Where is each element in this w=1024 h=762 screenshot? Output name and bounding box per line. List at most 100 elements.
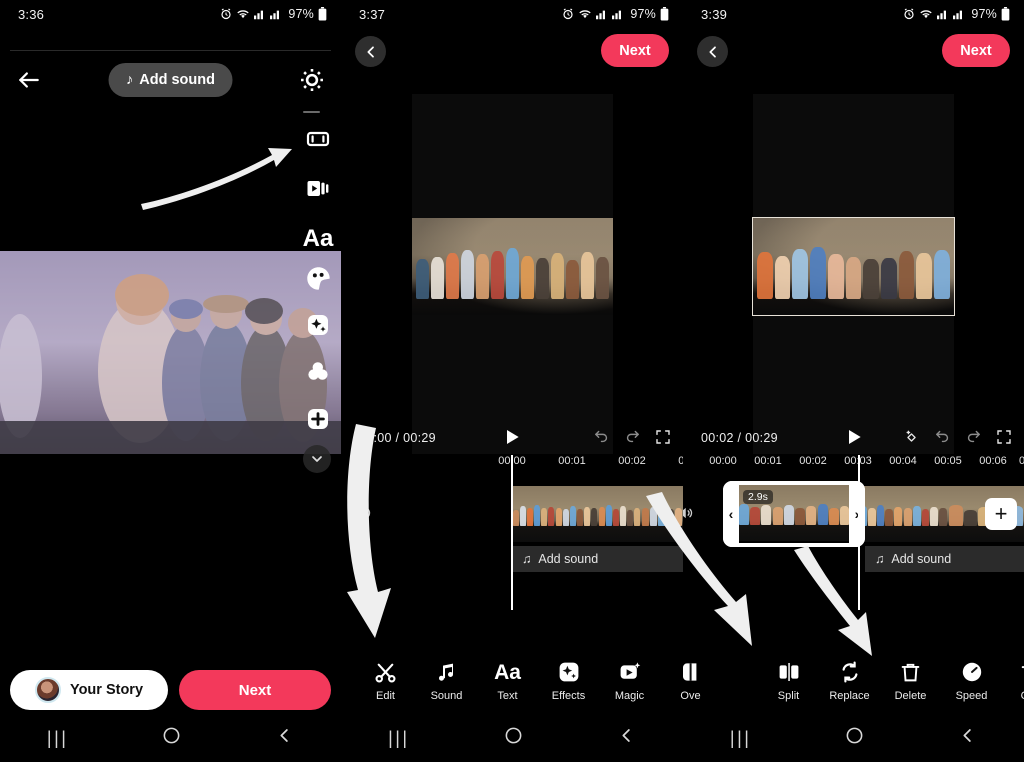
clip-thumbnail[interactable] <box>598 486 641 542</box>
ruler-tick: 00:00 <box>709 455 737 467</box>
panel2-video-preview[interactable] <box>411 94 613 454</box>
play-icon[interactable] <box>502 427 522 450</box>
next-button[interactable]: Next <box>942 34 1010 67</box>
clip-thumbnail[interactable] <box>512 486 555 542</box>
video-still <box>753 218 954 315</box>
selected-clip[interactable]: ‹ › 2.9s <box>723 481 865 547</box>
recents-icon[interactable]: ||| <box>47 728 69 749</box>
gear-icon[interactable] <box>298 66 326 94</box>
trim-handle-right[interactable]: › <box>849 481 865 547</box>
tool-effects[interactable]: Effects <box>538 659 599 703</box>
trim-handle-left[interactable]: ‹ <box>723 481 739 547</box>
tool-label: Sound <box>430 690 463 703</box>
tool-overlay[interactable]: Ove <box>660 659 721 703</box>
battery-percent: 97% <box>288 7 314 21</box>
tool-replace[interactable]: Replace <box>819 659 880 703</box>
tool-split[interactable]: Split <box>758 659 819 703</box>
panel3-topbar: Next <box>683 28 1024 74</box>
alarm-icon <box>220 8 232 20</box>
panel3-playback-actions <box>903 428 1012 448</box>
text-aa-label: Aa <box>302 225 334 252</box>
clip-thumbnail[interactable] <box>555 486 598 542</box>
aspect-ratio-icon[interactable] <box>303 124 333 154</box>
status-time: 3:39 <box>701 6 728 22</box>
clip-track[interactable] <box>512 486 683 542</box>
your-story-button[interactable]: Your Story <box>10 670 168 710</box>
video-frame-selected[interactable] <box>752 217 955 316</box>
fullscreen-icon[interactable] <box>655 429 671 448</box>
tool-label: Delete <box>894 690 927 703</box>
panel1-topbar: ♪ Add sound <box>0 51 341 109</box>
filters-icon[interactable] <box>303 357 333 387</box>
playhead[interactable] <box>858 455 860 610</box>
tool-text[interactable]: Aa Text <box>477 659 538 703</box>
tool-magic[interactable]: Magic <box>599 659 660 703</box>
status-icons: 97% <box>562 7 669 21</box>
undo-icon[interactable] <box>934 428 951 448</box>
chevron-down-icon[interactable] <box>303 445 331 473</box>
music-note-icon: ♫ <box>522 552 532 566</box>
clip-thumbnail[interactable] <box>641 486 683 542</box>
undo-icon[interactable] <box>593 428 610 448</box>
back-arrow-icon[interactable] <box>16 67 42 93</box>
add-sound-track[interactable]: ♫ Add sound <box>865 546 1024 572</box>
android-navbar-panel3: ||| <box>683 714 1024 762</box>
tool-label: Edit <box>376 690 395 703</box>
effects-sparkle-icon[interactable] <box>303 310 333 340</box>
trim-handle-left-label: ‹ <box>728 506 734 522</box>
signal-icon <box>953 8 965 20</box>
back-chevron-icon[interactable] <box>617 726 636 750</box>
battery-icon <box>660 7 669 21</box>
add-clip-button[interactable]: + <box>985 498 1017 530</box>
volume-icon[interactable] <box>683 504 695 527</box>
trash-icon <box>899 659 922 685</box>
fullscreen-icon[interactable] <box>996 429 1012 448</box>
home-icon[interactable] <box>845 726 864 750</box>
add-sound-button[interactable]: ♪ Add sound <box>108 63 233 97</box>
add-sound-label: Add sound <box>891 552 952 566</box>
back-chevron-icon[interactable] <box>355 36 386 67</box>
add-plus-icon[interactable] <box>303 404 333 434</box>
redo-icon[interactable] <box>624 428 641 448</box>
home-icon[interactable] <box>504 726 523 750</box>
recents-icon[interactable]: ||| <box>730 728 752 749</box>
tool-sound[interactable]: Sound <box>416 659 477 703</box>
story-photo-preview[interactable] <box>0 251 341 454</box>
layout-cards-icon[interactable] <box>303 174 333 204</box>
tool-edit[interactable]: Edit <box>355 659 416 703</box>
status-time: 3:36 <box>18 6 45 22</box>
text-aa-icon[interactable]: Aa <box>302 224 334 254</box>
clip-duration-badge: 2.9s <box>743 490 773 504</box>
three-panel-screenshot: 3:36 97% ♪ Add sound Aa Your Story Next … <box>0 0 1024 762</box>
panel3-timeline-ruler: 00:00 00:01 00:02 00:03 00:04 00:05 00:0… <box>683 455 1024 475</box>
photo-content <box>0 251 341 454</box>
home-icon[interactable] <box>162 726 181 750</box>
back-chevron-icon[interactable] <box>697 36 728 67</box>
tool-delete[interactable]: Delete <box>880 659 941 703</box>
play-icon[interactable] <box>844 427 864 450</box>
performers <box>415 243 609 300</box>
battery-icon <box>318 7 327 21</box>
panel1-tool-rail: Aa <box>303 124 333 254</box>
ruler-tick: 00:01 <box>558 455 586 467</box>
signal-icon <box>270 8 282 20</box>
recents-icon[interactable]: ||| <box>388 728 410 749</box>
back-chevron-icon[interactable] <box>958 726 977 750</box>
next-button[interactable]: Next <box>179 670 331 710</box>
ruler-tick: 00:01 <box>754 455 782 467</box>
clip-thumbnail[interactable] <box>772 485 817 541</box>
add-sound-track[interactable]: ♫ Add sound <box>512 546 683 572</box>
playhead[interactable] <box>511 455 513 610</box>
panel3-video-preview[interactable] <box>752 94 955 454</box>
back-chevron-icon[interactable] <box>275 726 294 750</box>
volume-icon[interactable] <box>353 504 373 527</box>
next-button[interactable]: Next <box>601 34 669 67</box>
sticker-icon[interactable] <box>303 263 333 293</box>
keyframe-add-icon[interactable] <box>903 428 920 448</box>
tool-crop[interactable]: Crop <box>1002 659 1024 703</box>
clip-thumbnail[interactable] <box>903 486 948 542</box>
ruler-tick: 00:04 <box>889 455 917 467</box>
redo-icon[interactable] <box>965 428 982 448</box>
video-frame <box>411 218 613 315</box>
tool-speed[interactable]: Speed <box>941 659 1002 703</box>
